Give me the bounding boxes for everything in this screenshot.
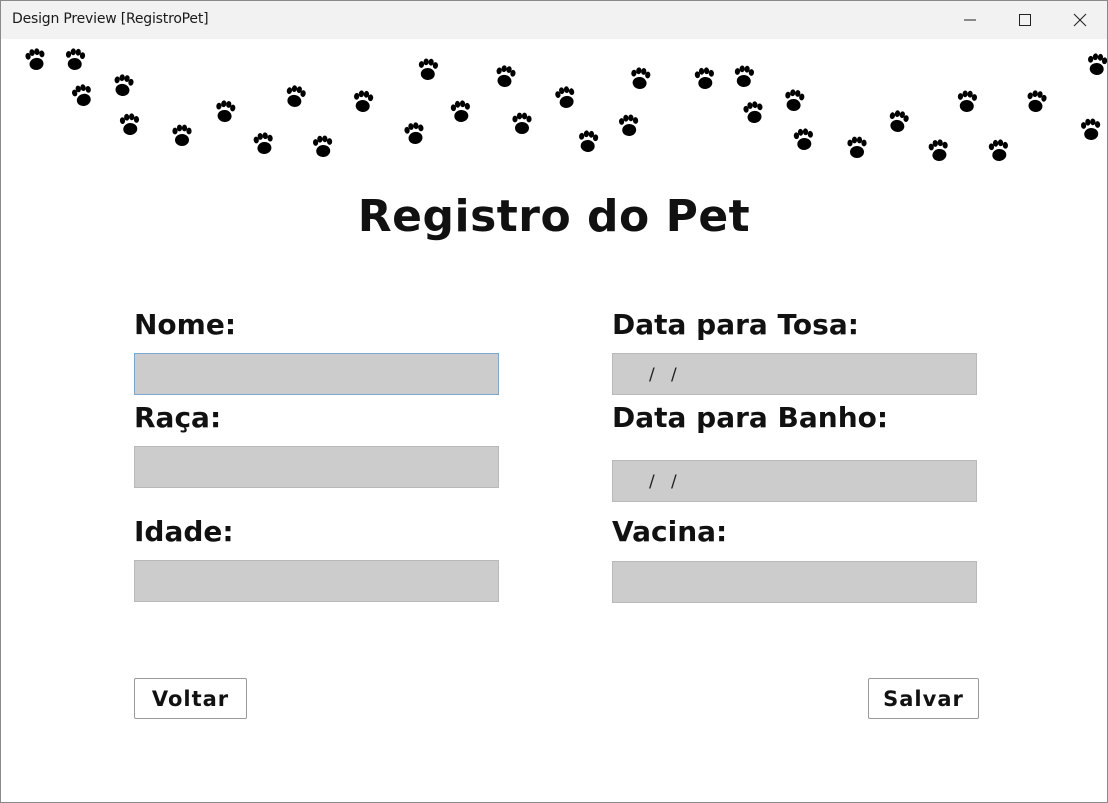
raca-input[interactable] [134, 446, 499, 488]
paw-print-icon [742, 100, 766, 125]
paw-prints-banner [24, 47, 1107, 163]
paw-print-icon [554, 84, 578, 110]
vacina-input[interactable] [612, 561, 977, 603]
data-banho-input[interactable]: / / [612, 460, 977, 502]
paw-print-icon [119, 112, 141, 136]
paw-print-icon [793, 127, 815, 151]
paw-print-icon [694, 66, 716, 90]
paw-print-icon [352, 89, 374, 113]
paw-print-icon [417, 57, 439, 81]
paw-print-icon [252, 131, 275, 156]
label-data-tosa: Data para Tosa: [612, 308, 859, 341]
paw-print-icon [886, 108, 910, 134]
paw-print-icon [214, 99, 237, 124]
date-separator: / [671, 472, 677, 492]
paw-print-icon [64, 47, 86, 71]
paw-print-icon [1086, 52, 1107, 76]
page-title: Registro do Pet [357, 191, 751, 242]
close-button[interactable] [1057, 1, 1103, 39]
paw-print-icon [733, 64, 755, 88]
paw-print-icon [618, 113, 640, 137]
paw-print-icon [1024, 89, 1048, 114]
paw-print-icon [629, 66, 652, 91]
paw-print-icon [450, 99, 472, 123]
minimize-button[interactable] [947, 1, 993, 39]
paw-print-icon [783, 88, 806, 113]
label-idade: Idade: [134, 515, 234, 548]
window-title: Design Preview [RegistroPet] [12, 11, 209, 27]
paw-print-icon [988, 138, 1010, 162]
minimize-icon [964, 19, 976, 21]
paw-print-icon [111, 73, 135, 98]
paw-print-icon [577, 129, 599, 153]
paw-print-icon [956, 89, 978, 113]
paw-print-icon [927, 138, 950, 163]
paw-print-icon [403, 121, 427, 146]
label-data-banho: Data para Banho: [612, 401, 889, 434]
paw-print-icon [24, 47, 48, 72]
close-icon [1073, 13, 1087, 27]
paw-print-icon [1080, 117, 1102, 141]
paw-print-icon [312, 134, 334, 158]
date-separator: / [649, 365, 655, 385]
paw-print-icon [283, 83, 307, 109]
maximize-button[interactable] [1002, 1, 1048, 39]
date-separator: / [649, 472, 655, 492]
paw-print-icon [847, 136, 867, 158]
paw-print-icon [493, 64, 517, 89]
date-separator: / [671, 365, 677, 385]
label-vacina: Vacina: [612, 515, 728, 548]
back-button[interactable]: Voltar [134, 678, 247, 719]
nome-input[interactable] [134, 353, 499, 395]
label-raca: Raça: [134, 401, 222, 434]
paw-print-icon [512, 112, 532, 134]
label-nome: Nome: [134, 308, 237, 341]
paw-print-icon [70, 82, 95, 109]
data-tosa-input[interactable]: / / [612, 353, 977, 395]
idade-input[interactable] [134, 560, 499, 602]
maximize-icon [1019, 14, 1031, 26]
app-window: Design Preview [RegistroPet] Registro do… [0, 0, 1108, 803]
save-button[interactable]: Salvar [868, 678, 979, 719]
paw-print-icon [172, 124, 192, 146]
title-bar[interactable]: Design Preview [RegistroPet] [1, 1, 1107, 39]
